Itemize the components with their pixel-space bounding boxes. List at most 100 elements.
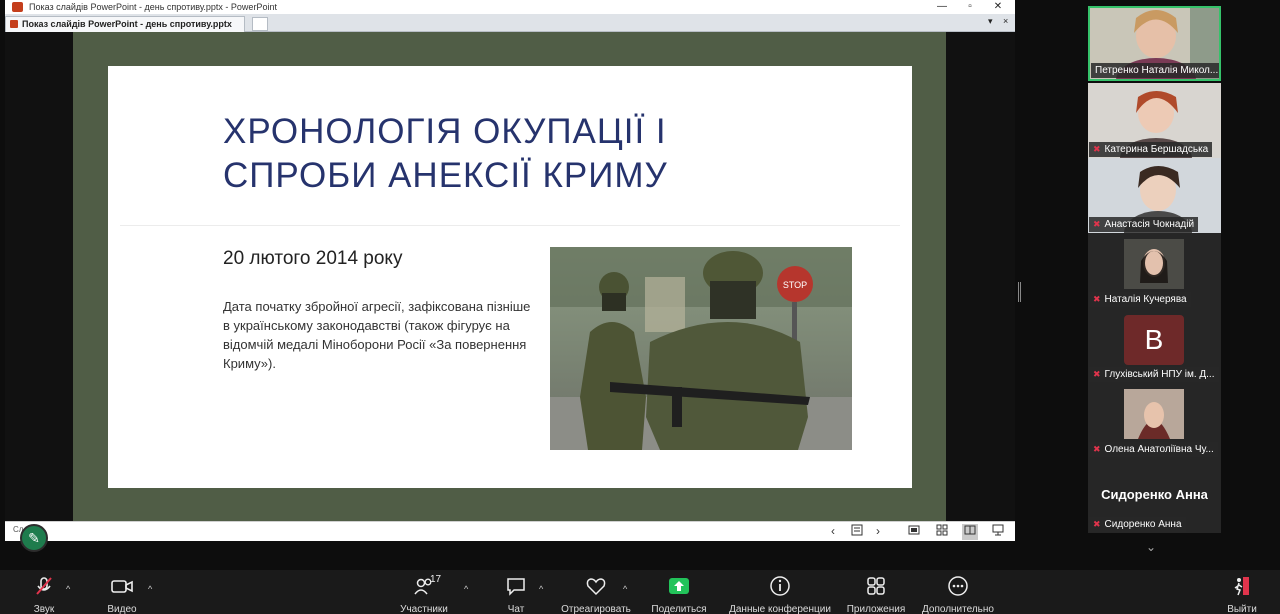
more-icon — [948, 576, 968, 596]
participants-label: Участники — [400, 604, 448, 614]
leave-label: Выйти — [1227, 604, 1257, 614]
normal-view-icon — [908, 525, 920, 535]
tab-menu-button[interactable]: ▾ — [988, 16, 993, 27]
apps-button[interactable]: Приложения — [836, 574, 916, 614]
slide-title: ХРОНОЛОГІЯ ОКУПАЦІЇ І СПРОБИ АНЕКСІЇ КРИ… — [223, 110, 668, 198]
self-view-name: Сидоренко Анна — [1101, 487, 1208, 502]
chevron-down-icon: ⌄ — [1146, 540, 1157, 554]
gallery-scroll-down-button[interactable]: ⌄ — [1146, 540, 1156, 554]
participant-name: ✖ Катерина Бершадська — [1089, 142, 1213, 157]
participant-name: ✖ Олена Анатоліївна Чу... — [1089, 442, 1218, 457]
apps-label: Приложения — [846, 604, 906, 614]
muted-mic-icon: ✖ — [1093, 219, 1101, 229]
title-bar: Показ слайдів PowerPoint - день спротиву… — [5, 0, 1015, 14]
audio-label: Звук — [33, 604, 55, 614]
splitter-handle[interactable] — [1018, 282, 1021, 302]
slideshow-view-icon — [992, 524, 1004, 536]
slide-title-line-1: ХРОНОЛОГІЯ ОКУПАЦІЇ І — [223, 112, 667, 151]
share-label: Поделиться — [651, 604, 707, 614]
slideshow-stage: ХРОНОЛОГІЯ ОКУПАЦІЇ І СПРОБИ АНЕКСІЇ КРИ… — [5, 32, 1015, 521]
next-slide-button[interactable]: › — [876, 524, 880, 539]
slide-list-button[interactable] — [851, 524, 863, 540]
participant-name-text: Олена Анатоліївна Чу... — [1104, 444, 1214, 455]
zoom-meeting-window: Показ слайдів PowerPoint - день спротиву… — [0, 0, 1280, 614]
tab-slideshow[interactable]: Показ слайдів PowerPoint - день спротиву… — [5, 16, 245, 32]
apps-icon — [867, 577, 885, 595]
chat-bubble-icon — [507, 578, 525, 596]
participants-icon: 17 — [384, 574, 464, 598]
soldiers-photo: STOP — [550, 247, 852, 450]
muted-mic-icon: ✖ — [1093, 519, 1101, 529]
participant-name-text: Анастасія Чокнадій — [1104, 219, 1195, 230]
window-title: Показ слайдів PowerPoint - день спротиву… — [29, 2, 277, 12]
slide-body-text: Дата початку збройної агресії, зафіксова… — [223, 299, 531, 371]
reading-view-button[interactable] — [962, 524, 978, 540]
powerpoint-icon — [12, 2, 23, 12]
audio-button[interactable]: Звук — [4, 574, 84, 614]
stop-sign-text: STOP — [783, 280, 807, 290]
status-bar: Сл... 29 ‹ › — [5, 521, 1015, 541]
participant-avatar: B — [1124, 315, 1184, 365]
tab-close-button[interactable]: × — [1003, 16, 1008, 26]
annotate-pen-button[interactable]: ✎ — [20, 524, 48, 552]
participant-name-text: Сидоренко Анна — [1104, 519, 1182, 530]
participant-name: ✖ Наталія Кучерява — [1089, 292, 1191, 307]
slide: ХРОНОЛОГІЯ ОКУПАЦІЇ І СПРОБИ АНЕКСІЇ КРИ… — [108, 66, 912, 488]
previous-slide-button[interactable]: ‹ — [831, 524, 835, 539]
participant-tile-2[interactable]: ✖ Катерина Бершадська — [1088, 83, 1221, 158]
participants-options-caret[interactable]: ^ — [464, 584, 468, 594]
meeting-info-label: Данные конференции — [729, 604, 831, 614]
react-label: Отреагировать — [561, 604, 631, 614]
new-tab-button[interactable] — [252, 17, 268, 31]
participant-name-text: Наталія Кучерява — [1104, 294, 1187, 305]
muted-mic-icon: ✖ — [1093, 294, 1101, 304]
participant-tile-1[interactable]: Петренко Наталія Микол... — [1088, 6, 1221, 81]
share-screen-button[interactable]: Поделиться — [639, 574, 719, 614]
chat-options-caret[interactable]: ^ — [539, 584, 543, 594]
meeting-toolbar: Звук ^ Видео ^ 17 Участники ^ Чат ^ Отре… — [0, 570, 1280, 614]
tab-bar: Показ слайдів PowerPoint - день спротиву… — [5, 14, 1015, 32]
participant-tile-4[interactable]: ✖ Наталія Кучерява — [1088, 233, 1221, 308]
shared-powerpoint-window: Показ слайдів PowerPoint - день спротиву… — [5, 0, 1015, 541]
close-window-button[interactable]: ✕ — [985, 0, 1011, 14]
exit-icon — [1234, 577, 1249, 596]
react-button[interactable]: Отреагировать — [556, 574, 636, 614]
participant-name-text: Катерина Бершадська — [1104, 144, 1209, 155]
tab-label: Показ слайдів PowerPoint - день спротиву… — [22, 19, 232, 29]
muted-mic-icon: ✖ — [1093, 369, 1101, 379]
participant-name: ✖ Сидоренко Анна — [1089, 517, 1186, 532]
slide-title-line-2: СПРОБИ АНЕКСІЇ КРИМУ — [223, 156, 668, 195]
powerpoint-icon — [10, 20, 18, 28]
slideshow-view-button[interactable] — [992, 524, 1004, 540]
participant-tile-3[interactable]: ✖ Анастасія Чокнадій — [1088, 158, 1221, 233]
minimize-button[interactable]: — — [929, 0, 955, 14]
restore-button[interactable]: ▫ — [957, 0, 983, 14]
more-label: Дополнительно — [922, 604, 994, 614]
audio-options-caret[interactable]: ^ — [66, 584, 70, 594]
leave-button[interactable]: Выйти — [1214, 574, 1270, 614]
chat-button[interactable]: Чат — [476, 574, 556, 614]
participants-button[interactable]: 17 Участники — [384, 574, 464, 614]
participant-tile-6[interactable]: ✖ Олена Анатоліївна Чу... — [1088, 383, 1221, 458]
video-options-caret[interactable]: ^ — [148, 584, 152, 594]
meeting-info-button[interactable]: Данные конференции — [724, 574, 836, 614]
normal-view-button[interactable] — [908, 524, 920, 540]
muted-mic-icon: ✖ — [1093, 144, 1101, 154]
heart-icon — [586, 578, 606, 596]
video-camera-icon — [111, 580, 133, 593]
info-icon — [770, 576, 790, 596]
participant-name: Петренко Наталія Микол... — [1091, 63, 1219, 78]
slide-sorter-button[interactable] — [936, 524, 948, 540]
pen-icon: ✎ — [28, 530, 40, 546]
chat-label: Чат — [507, 604, 525, 614]
muted-microphone-icon — [36, 577, 52, 595]
slide-date: 20 лютого 2014 року — [223, 248, 403, 269]
participant-tile-5[interactable]: B ✖ Глухівський НПУ ім. Д... — [1088, 308, 1221, 383]
more-button[interactable]: Дополнительно — [913, 574, 1003, 614]
share-screen-icon — [669, 578, 689, 594]
video-button[interactable]: Видео — [82, 574, 162, 614]
slide-sorter-icon — [936, 524, 948, 536]
reading-view-icon — [964, 525, 976, 535]
slide-divider — [120, 225, 900, 226]
react-options-caret[interactable]: ^ — [623, 584, 627, 594]
